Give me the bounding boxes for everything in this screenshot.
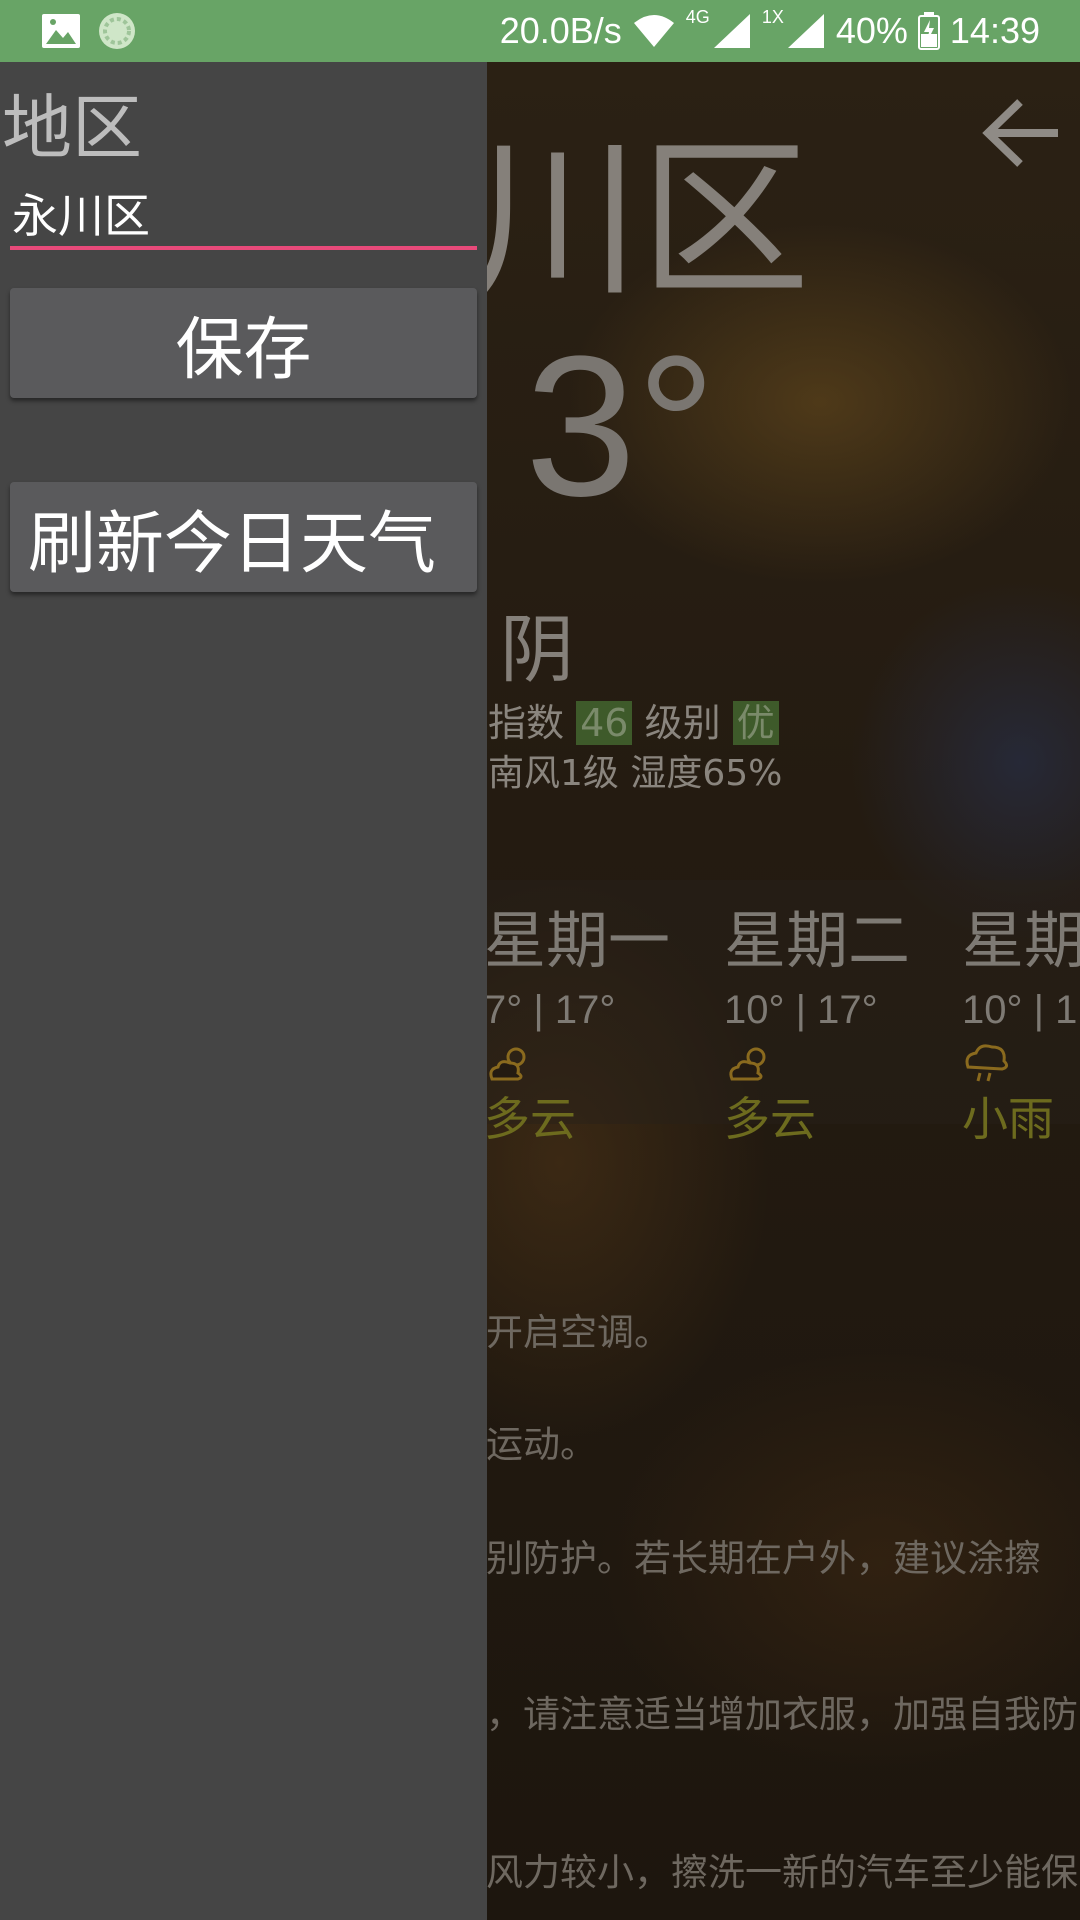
level-label: 级别 bbox=[644, 701, 721, 745]
signal-icon-1 bbox=[713, 14, 750, 48]
region-drawer: 地区 保存 刷新今日天气 bbox=[0, 62, 487, 1920]
forecast-condition: 多云 bbox=[724, 1092, 816, 1146]
forecast-temp: 10° | 17° bbox=[724, 988, 878, 1032]
tip-uv: 别防护。若长期在户外，建议涂擦 bbox=[486, 1537, 1041, 1580]
save-button[interactable]: 保存 bbox=[10, 288, 477, 398]
level-value: 优 bbox=[732, 701, 779, 745]
aqi-value: 46 bbox=[576, 701, 633, 745]
forecast-day: 星期 10° | 1 小雨 bbox=[962, 880, 1080, 1149]
forecast-day: 星期一 7° | 17° 多云 bbox=[484, 880, 724, 1149]
back-arrow-icon[interactable] bbox=[980, 92, 1062, 174]
forecast-temp: 7° | 17° bbox=[484, 988, 616, 1032]
current-temperature: 3° bbox=[525, 315, 717, 538]
air-quality-line: 指数 46 级别 优 bbox=[488, 692, 779, 747]
battery-percent: 40% bbox=[835, 10, 908, 51]
tip-aircon: 开启空调。 bbox=[486, 1311, 671, 1354]
partly-cloudy-icon bbox=[729, 1047, 766, 1081]
forecast-temp: 10° | 1 bbox=[962, 988, 1078, 1032]
forecast-condition: 多云 bbox=[484, 1092, 576, 1146]
tip-carwash: 风力较小，擦洗一新的汽车至少能保 bbox=[486, 1851, 1078, 1894]
network-4g-label: 4G bbox=[685, 6, 710, 27]
city-title: 川区 bbox=[470, 122, 811, 320]
forecast-condition: 小雨 bbox=[962, 1092, 1054, 1146]
forecast-weekday: 星期二 bbox=[724, 904, 911, 977]
battery-charging-icon bbox=[917, 12, 940, 50]
network-1x-label: 1X bbox=[761, 6, 784, 27]
drawer-title: 地区 bbox=[2, 87, 142, 169]
tip-clothing: ，请注意适当增加衣服，加强自我防 bbox=[486, 1693, 1078, 1736]
forecast-weekday: 星期一 bbox=[484, 904, 671, 977]
current-condition: 阴 bbox=[500, 607, 574, 693]
forecast-weekday: 星期 bbox=[962, 904, 1080, 977]
image-notification-icon bbox=[42, 14, 80, 48]
partly-cloudy-icon bbox=[489, 1047, 526, 1081]
forecast-day: 星期二 10° | 17° 多云 bbox=[724, 880, 964, 1149]
tip-exercise: 运动。 bbox=[486, 1423, 597, 1466]
screen: 20.0B/s 4G 1X 40% 14:39 川区 3° 阴 指数 46 级别… bbox=[0, 0, 1080, 1920]
wind-humidity: 南风1级 湿度65% bbox=[488, 753, 783, 794]
signal-icon-2 bbox=[787, 14, 824, 48]
sync-notification-icon bbox=[99, 13, 135, 49]
region-input[interactable] bbox=[10, 180, 477, 250]
clock: 14:39 bbox=[949, 10, 1040, 51]
light-rain-icon bbox=[965, 1044, 1009, 1082]
refresh-weather-button[interactable]: 刷新今日天气 bbox=[10, 482, 477, 592]
status-bar: 20.0B/s 4G 1X 40% 14:39 bbox=[0, 0, 1080, 62]
aqi-label: 指数 bbox=[488, 701, 565, 745]
wifi-icon bbox=[633, 15, 674, 47]
network-speed: 20.0B/s bbox=[499, 10, 622, 51]
